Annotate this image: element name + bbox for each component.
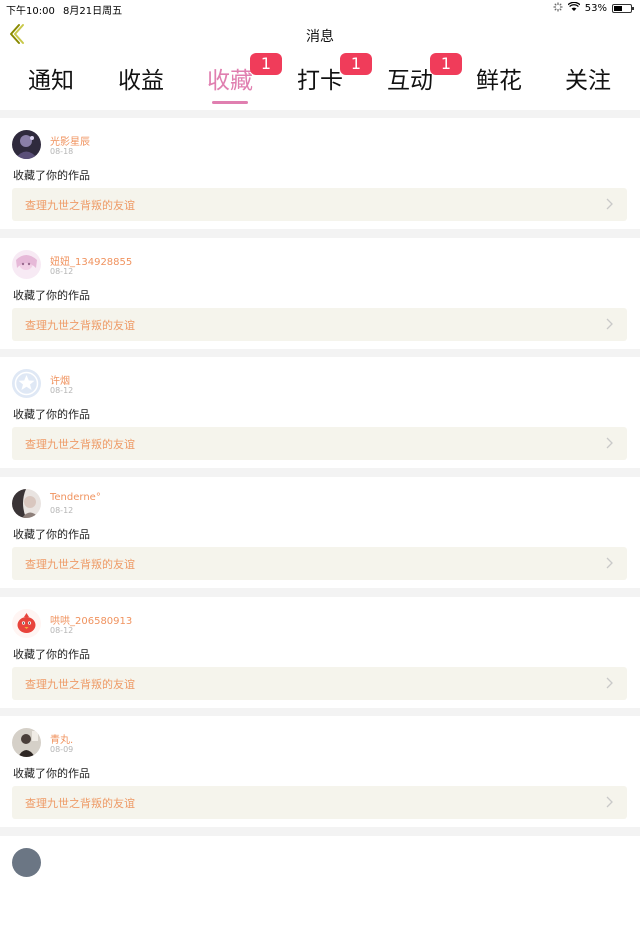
avatar[interactable] xyxy=(12,369,41,398)
tab-interaction[interactable]: 互动 1 xyxy=(380,53,462,95)
tab-label: 通知 xyxy=(28,68,74,94)
tab-flowers[interactable]: 鲜花 xyxy=(469,61,529,95)
item-date: 08-12 xyxy=(50,386,74,395)
chevron-right-icon xyxy=(606,318,613,330)
status-time: 下午10:00 xyxy=(6,6,55,17)
list-item: 光影星辰 08-18 收藏了你的作品 查理九世之背叛的友谊 xyxy=(0,118,640,229)
action-text: 收藏了你的作品 xyxy=(13,169,90,182)
avatar[interactable] xyxy=(12,609,41,638)
username[interactable]: 妞妞_134928855 xyxy=(50,253,132,268)
wifi-icon xyxy=(567,1,581,15)
work-title: 查理九世之背叛的友谊 xyxy=(25,438,135,451)
item-date: 08-12 xyxy=(50,506,74,515)
category-tabs: 通知 收益 收藏 1 打卡 1 互动 1 鲜花 关注 xyxy=(0,52,640,110)
battery-icon xyxy=(612,4,634,13)
avatar[interactable] xyxy=(12,489,41,518)
tab-label: 收益 xyxy=(118,68,164,94)
avatar[interactable] xyxy=(12,848,41,877)
work-title: 查理九世之背叛的友谊 xyxy=(25,797,135,810)
action-text: 收藏了你的作品 xyxy=(13,289,90,302)
work-link[interactable]: 查理九世之背叛的友谊 xyxy=(12,308,627,341)
action-text: 收藏了你的作品 xyxy=(13,767,90,780)
chevron-right-icon xyxy=(606,677,613,689)
tab-label: 收藏 xyxy=(207,68,253,94)
action-text: 收藏了你的作品 xyxy=(13,528,90,541)
avatar[interactable] xyxy=(12,250,41,279)
tab-label: 鲜花 xyxy=(476,68,522,94)
chevron-right-icon xyxy=(606,437,613,449)
status-bar: 下午10:00 8月21日周五 53% xyxy=(0,0,640,17)
list-item: Tenderne° 08-12 收藏了你的作品 查理九世之背叛的友谊 xyxy=(0,477,640,588)
avatar[interactable] xyxy=(12,130,41,159)
avatar[interactable] xyxy=(12,728,41,757)
username[interactable]: Tenderne° xyxy=(50,492,101,503)
work-link[interactable]: 查理九世之背叛的友谊 xyxy=(12,667,627,700)
tab-favorites[interactable]: 收藏 1 xyxy=(200,53,282,104)
username[interactable]: 哄哄_206580913 xyxy=(50,612,132,627)
tab-notify[interactable]: 通知 xyxy=(21,61,81,95)
list-item: 哄哄_206580913 08-12 收藏了你的作品 查理九世之背叛的友谊 xyxy=(0,597,640,708)
list-item: 青丸. 08-09 收藏了你的作品 查理九世之背叛的友谊 xyxy=(0,716,640,827)
tab-badge: 1 xyxy=(430,53,462,75)
tab-checkin[interactable]: 打卡 1 xyxy=(290,53,372,95)
username[interactable]: 青丸. xyxy=(50,731,73,746)
work-link[interactable]: 查理九世之背叛的友谊 xyxy=(12,547,627,580)
battery-fill xyxy=(614,6,622,11)
tab-label: 关注 xyxy=(565,68,611,94)
action-text: 收藏了你的作品 xyxy=(13,648,90,661)
item-date: 08-09 xyxy=(50,745,74,754)
work-title: 查理九世之背叛的友谊 xyxy=(25,199,135,212)
work-title: 查理九世之背叛的友谊 xyxy=(25,558,135,571)
list-item: 许烟 08-12 收藏了你的作品 查理九世之背叛的友谊 xyxy=(0,357,640,468)
item-date: 08-18 xyxy=(50,147,74,156)
tab-label: 打卡 xyxy=(297,68,343,94)
work-title: 查理九世之背叛的友谊 xyxy=(25,319,135,332)
tab-follow[interactable]: 关注 xyxy=(558,61,618,95)
tab-badge: 1 xyxy=(250,53,282,75)
loading-icon xyxy=(553,2,563,15)
chevron-right-icon xyxy=(606,796,613,808)
username[interactable]: 许烟 xyxy=(50,372,70,387)
page-title: 消息 xyxy=(306,29,334,45)
item-date: 08-12 xyxy=(50,267,74,276)
work-link[interactable]: 查理九世之背叛的友谊 xyxy=(12,188,627,221)
battery-percent: 53% xyxy=(584,3,607,14)
username[interactable]: 光影星辰 xyxy=(50,133,90,148)
tab-income[interactable]: 收益 xyxy=(111,61,171,95)
action-text: 收藏了你的作品 xyxy=(13,408,90,421)
chevron-right-icon xyxy=(606,557,613,569)
work-link[interactable]: 查理九世之背叛的友谊 xyxy=(12,786,627,819)
tab-label: 互动 xyxy=(387,68,433,94)
chevron-right-icon xyxy=(606,198,613,210)
status-date: 8月21日周五 xyxy=(63,6,123,17)
list-item: 妞妞_134928855 08-12 收藏了你的作品 查理九世之背叛的友谊 xyxy=(0,238,640,349)
work-link[interactable]: 查理九世之背叛的友谊 xyxy=(12,427,627,460)
nav-bar: 消息 xyxy=(0,17,640,53)
item-date: 08-12 xyxy=(50,626,74,635)
work-title: 查理九世之背叛的友谊 xyxy=(25,678,135,691)
tab-badge: 1 xyxy=(340,53,372,75)
active-tab-indicator xyxy=(212,101,248,104)
status-right: 53% xyxy=(553,1,634,15)
